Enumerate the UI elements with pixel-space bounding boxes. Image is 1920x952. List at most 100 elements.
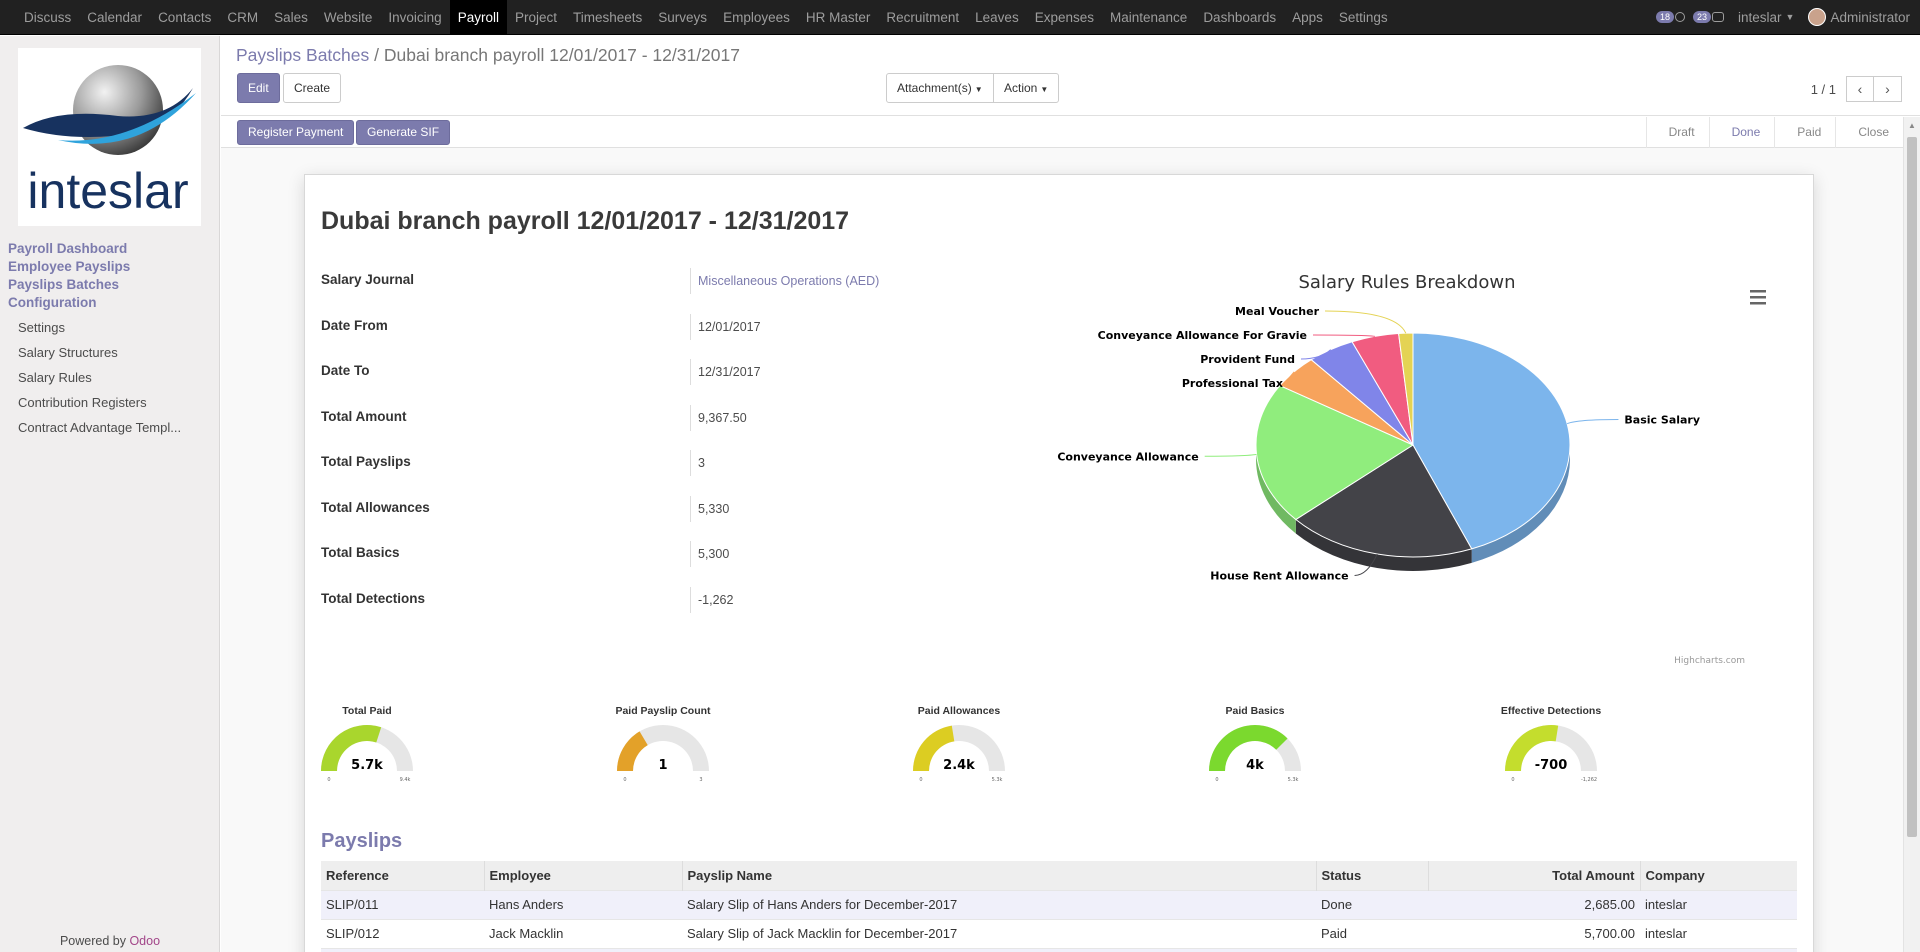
gauge-value: 4k	[1246, 758, 1264, 773]
stage-close[interactable]: Close	[1835, 117, 1903, 148]
menu-surveys[interactable]: Surveys	[650, 0, 715, 35]
cell-total-amount: 982.50	[1428, 947, 1640, 952]
menu-contract-advantage-templates[interactable]: Contract Advantage Templ...	[18, 420, 181, 435]
stage-done[interactable]: Done	[1708, 117, 1775, 148]
cell-company: inteslar	[1640, 889, 1797, 919]
menu-contacts[interactable]: Contacts	[150, 0, 219, 35]
menu-contribution-registers[interactable]: Contribution Registers	[18, 395, 147, 410]
create-button[interactable]: Create	[283, 73, 342, 103]
table-row[interactable]: SLIP/013Jan Van EyckSalary Slip of Jan V…	[321, 947, 1797, 952]
field-value-total-amount: 9,367.50	[690, 404, 747, 431]
chart-credits[interactable]: Highcharts.com	[1674, 656, 1745, 666]
menu-payslips-batches[interactable]: Payslips Batches	[8, 277, 119, 292]
menu-salary-rules[interactable]: Salary Rules	[18, 370, 92, 385]
messages-button[interactable]: 23	[1693, 11, 1725, 23]
table-row[interactable]: SLIP/012 Jack Macklin Salary Slip of Jack …	[321, 918, 1797, 948]
cell-employee: Jan Van Eyck	[484, 947, 682, 952]
menu-employee-payslips[interactable]: Employee Payslips	[8, 259, 130, 274]
field-label-date-to: Date To	[321, 363, 370, 378]
field-value-salary-journal[interactable]: Miscellaneous Operations (AED)	[690, 268, 879, 294]
menu-employees[interactable]: Employees	[715, 0, 798, 35]
caret-down-icon: ▼	[974, 85, 983, 94]
menu-invoicing[interactable]: Invoicing	[380, 0, 449, 35]
menu-configuration[interactable]: Configuration	[8, 295, 96, 310]
vertical-scrollbar[interactable]: ▲	[1903, 117, 1920, 952]
stage-paid[interactable]: Paid	[1774, 117, 1835, 148]
caret-down-icon: ▼	[1040, 85, 1049, 94]
menu-payroll[interactable]: Payroll	[449, 0, 507, 35]
column-header-total-amount[interactable]: Total Amount	[1427, 861, 1640, 890]
column-header-employee[interactable]: Employee	[483, 861, 682, 890]
field-label-total-basics: Total Basics	[321, 545, 400, 560]
payslips-section-title: Payslips	[321, 830, 403, 852]
menu-discuss[interactable]: Discuss	[16, 0, 79, 35]
company-logo: inteslar	[18, 48, 201, 226]
menu-timesheets[interactable]: Timesheets	[565, 0, 650, 35]
chart-title: Salary Rules Breakdown	[1299, 272, 1516, 293]
attachments-dropdown[interactable]: Attachment(s) ▼	[886, 73, 994, 103]
gauge-paid-payslip-count: Paid Payslip Count 1 0 3	[573, 705, 753, 790]
menu-expenses[interactable]: Expenses	[1027, 0, 1102, 35]
table-row[interactable]: SLIP/011 Hans Anders Salary Slip of Hans A…	[321, 889, 1797, 919]
column-header-company[interactable]: Company	[1639, 861, 1797, 890]
menu-settings[interactable]: Settings	[18, 320, 65, 335]
cell-company: inteslar	[1640, 918, 1797, 948]
cell-payslip-name: Salary Slip of Hans Anders for December-…	[682, 889, 1316, 919]
menu-payroll-dashboard[interactable]: Payroll Dashboard	[8, 241, 127, 256]
pie-label-provident-fund: Provident Fund	[1200, 353, 1295, 366]
menu-settings[interactable]: Settings	[1331, 0, 1396, 35]
activity-count-badge: 18	[1655, 11, 1674, 23]
gauge-total-paid: Total Paid 5.7k 0 9.4k	[277, 705, 457, 790]
user-menu[interactable]: Administrator	[1830, 10, 1910, 25]
column-header-payslip-name[interactable]: Payslip Name	[681, 861, 1316, 890]
action-dropdown[interactable]: Action ▼	[993, 73, 1060, 103]
salary-rules-pie-chart: Salary Rules Breakdown Basic Salary House…	[1057, 272, 1766, 666]
menu-recruitment[interactable]: Recruitment	[878, 0, 967, 35]
menu-crm[interactable]: CRM	[219, 0, 266, 35]
svg-text:inteslar: inteslar	[27, 163, 188, 219]
menu-sales[interactable]: Sales	[266, 0, 316, 35]
breadcrumb-payslips-batches[interactable]: Payslips Batches	[236, 45, 369, 65]
pie-label-basic-salary: Basic Salary	[1624, 413, 1700, 426]
edit-button[interactable]: Edit	[237, 73, 280, 103]
stage-draft[interactable]: Draft	[1645, 117, 1709, 148]
scrollbar-thumb[interactable]	[1907, 137, 1917, 837]
gauge-title: Paid Payslip Count	[615, 705, 711, 717]
menu-salary-structures[interactable]: Salary Structures	[18, 345, 118, 360]
odoo-link[interactable]: Odoo	[129, 934, 160, 948]
menu-leaves[interactable]: Leaves	[967, 0, 1027, 35]
pager-previous-button[interactable]: ‹	[1846, 76, 1874, 102]
menu-calendar[interactable]: Calendar	[79, 0, 150, 35]
menu-project[interactable]: Project	[507, 0, 565, 35]
gauge-max: 9.4k	[400, 777, 411, 783]
chart-menu-icon[interactable]	[1750, 290, 1766, 305]
menu-website[interactable]: Website	[316, 0, 381, 35]
powered-by: Powered by Odoo	[0, 934, 220, 948]
menu-hr-master[interactable]: HR Master	[798, 0, 879, 35]
field-value-total-detections: -1,262	[690, 586, 733, 613]
activity-button[interactable]: 18	[1655, 11, 1685, 23]
company-switcher[interactable]: inteslar ▼	[1738, 10, 1794, 25]
column-header-status[interactable]: Status	[1315, 861, 1428, 890]
gauge-dial: 1 0 3	[617, 725, 709, 783]
breadcrumb: Payslips Batches / Dubai branch payroll …	[236, 45, 740, 66]
pager-next-button[interactable]: ›	[1874, 76, 1902, 102]
register-payment-button[interactable]: Register Payment	[237, 120, 355, 145]
gauge-dial: 2.4k 0 5.3k	[913, 725, 1005, 783]
scroll-up-icon[interactable]: ▲	[1908, 121, 1916, 130]
pie-slices: Basic Salary House Rent Allowance Conveyan…	[1057, 305, 1700, 582]
gauge-effective-detections: Effective Detections -700 0 -1,262	[1461, 705, 1641, 790]
menu-apps[interactable]: Apps	[1284, 0, 1331, 35]
user-avatar[interactable]	[1808, 8, 1827, 26]
cell-reference: SLIP/011	[321, 889, 484, 919]
pager-value[interactable]: 1 / 1	[1811, 82, 1836, 97]
pie-label-conveyance-allowance-for-gravie: Conveyance Allowance For Gravie	[1098, 329, 1307, 342]
column-header-reference[interactable]: Reference	[321, 861, 484, 890]
menu-dashboards[interactable]: Dashboards	[1195, 0, 1284, 35]
gauge-title: Effective Detections	[1500, 705, 1602, 717]
payslips-table: Reference Employee Payslip Name Status Total…	[321, 861, 1797, 952]
app-menu: Discuss Calendar Contacts CRM Sales Website In…	[0, 0, 1396, 35]
generate-sif-button[interactable]: Generate SIF	[356, 120, 451, 145]
message-count-badge: 23	[1693, 11, 1712, 23]
menu-maintenance[interactable]: Maintenance	[1102, 0, 1195, 35]
